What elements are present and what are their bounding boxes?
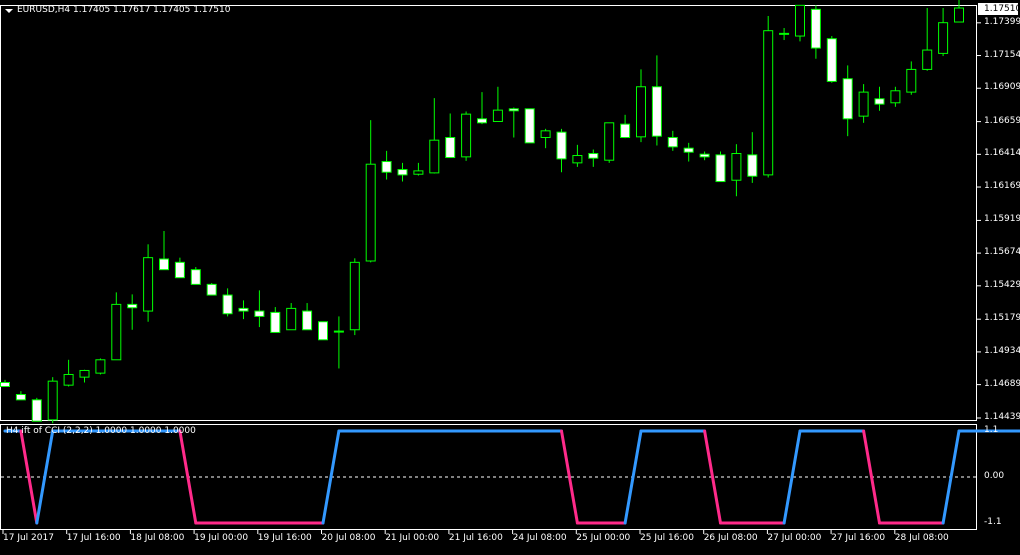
- price-tick-label: 1.16909: [984, 82, 1020, 93]
- candle-body: [906, 68, 917, 93]
- candle-body: [270, 311, 281, 333]
- candle-body: [954, 7, 964, 23]
- candle-body: [15, 394, 26, 401]
- candle-body: [111, 303, 122, 361]
- price-tick-label: 1.16659: [984, 115, 1020, 126]
- time-tick-label: 26 Jul 08:00: [703, 533, 758, 543]
- candle-body: [445, 137, 456, 159]
- candle-body: [620, 123, 631, 139]
- candle-body: [477, 118, 487, 124]
- time-tick-label: 18 Jul 08:00: [130, 533, 185, 543]
- time-tick-label: 17 Jul 16:00: [66, 533, 121, 543]
- candle-body: [747, 154, 758, 177]
- candle-body: [826, 38, 837, 82]
- candle-body: [238, 307, 249, 312]
- price-tick-label: 1.15919: [984, 214, 1020, 225]
- candle-body: [667, 137, 678, 148]
- time-tick-label: 19 Jul 16:00: [257, 533, 312, 543]
- candle-body: [0, 381, 10, 387]
- candle-body: [938, 22, 949, 54]
- candle-body: [397, 169, 408, 176]
- time-tick-label: 27 Jul 00:00: [767, 533, 822, 543]
- candle-body: [636, 86, 646, 138]
- ohlc-label: 1.17405 1.17617 1.17405 1.17510: [73, 5, 231, 15]
- price-tick-label: 1.15179: [984, 313, 1020, 324]
- candle-body: [604, 122, 615, 161]
- candle-body: [413, 170, 424, 175]
- candle-body: [651, 86, 662, 137]
- candle-body: [47, 380, 58, 421]
- chart-canvas[interactable]: [0, 0, 1020, 551]
- candle-body: [381, 161, 392, 173]
- time-tick-label: 27 Jul 16:00: [831, 533, 886, 543]
- indicator-tick-label: 1.1: [984, 425, 999, 435]
- candle-body: [683, 147, 694, 153]
- candle-body: [842, 78, 853, 120]
- chart-title: EURUSD,H4 1.17405 1.17617 1.17405 1.1751…: [17, 5, 230, 15]
- time-tick-label: 21 Jul 00:00: [385, 533, 440, 543]
- time-tick-label: 25 Jul 16:00: [640, 533, 694, 543]
- candle-body: [858, 91, 869, 117]
- candle-body: [302, 310, 313, 331]
- indicator-tick-label: 0.00: [984, 471, 1005, 481]
- price-tick-label: 1.15674: [984, 247, 1020, 258]
- time-tick-label: 28 Jul 08:00: [894, 533, 949, 543]
- time-tick-label: 20 Jul 08:00: [321, 533, 376, 543]
- time-tick-label: 17 Jul 2017: [3, 533, 54, 543]
- candle-body: [572, 155, 583, 164]
- time-tick-label: 24 Jul 08:00: [512, 533, 567, 543]
- candle-body: [95, 359, 106, 374]
- candle-body: [763, 30, 774, 176]
- candle-body: [715, 154, 726, 183]
- candle-body: [333, 330, 344, 333]
- candle-body: [540, 130, 551, 139]
- candle-body: [79, 369, 90, 378]
- candle-body: [810, 8, 821, 49]
- candle-body: [492, 109, 503, 122]
- indicator-title: H4 ift of CCI (2,2,2) 1.0000 1.0000 1.00…: [6, 426, 196, 436]
- candle-body: [174, 261, 185, 279]
- candle-body: [461, 113, 472, 158]
- candle-body: [206, 283, 217, 296]
- candle-body: [508, 108, 519, 112]
- price-tick-label: 1.15429: [984, 279, 1020, 290]
- candle-body: [779, 32, 790, 35]
- current-price-label: 1.17510: [984, 4, 1020, 14]
- time-tick-label: 25 Jul 00:00: [576, 533, 631, 543]
- candle-body: [318, 321, 328, 341]
- candle-body: [795, 4, 805, 37]
- candle-body: [222, 294, 233, 315]
- time-tick-label: 21 Jul 16:00: [448, 533, 503, 543]
- candle-body: [556, 131, 567, 160]
- symbol-label: EURUSD,H4: [17, 5, 71, 15]
- candle-body: [890, 90, 901, 104]
- price-tick-label: 1.16414: [984, 148, 1020, 159]
- candle-body: [127, 303, 138, 309]
- candle-body: [874, 98, 885, 105]
- candle-body: [349, 261, 360, 331]
- candle-body: [731, 153, 742, 181]
- candle-body: [31, 399, 42, 422]
- price-tick-label: 1.17399: [984, 16, 1020, 27]
- chart-window: EURUSD,H4 1.17405 1.17617 1.17405 1.1751…: [0, 0, 1020, 551]
- candle-body: [190, 269, 201, 285]
- price-tick-label: 1.14689: [984, 378, 1020, 389]
- candle-body: [143, 257, 154, 312]
- candle-body: [699, 153, 710, 158]
- candle-body: [254, 310, 265, 317]
- price-tick-label: 1.14934: [984, 345, 1020, 356]
- price-tick-label: 1.14439: [984, 412, 1020, 422]
- candle-body: [588, 153, 599, 159]
- candle-body: [286, 307, 297, 331]
- candle-body: [524, 108, 535, 144]
- candle-body: [429, 139, 440, 174]
- time-tick-label: 19 Jul 00:00: [194, 533, 249, 543]
- candle-body: [63, 373, 74, 386]
- indicator-tick-label: -1.1: [984, 517, 1002, 527]
- candle-body: [159, 258, 169, 271]
- candle-body: [365, 163, 376, 262]
- candle-body: [922, 49, 933, 70]
- price-tick-label: 1.16169: [984, 181, 1020, 192]
- price-tick-label: 1.17154: [984, 49, 1020, 60]
